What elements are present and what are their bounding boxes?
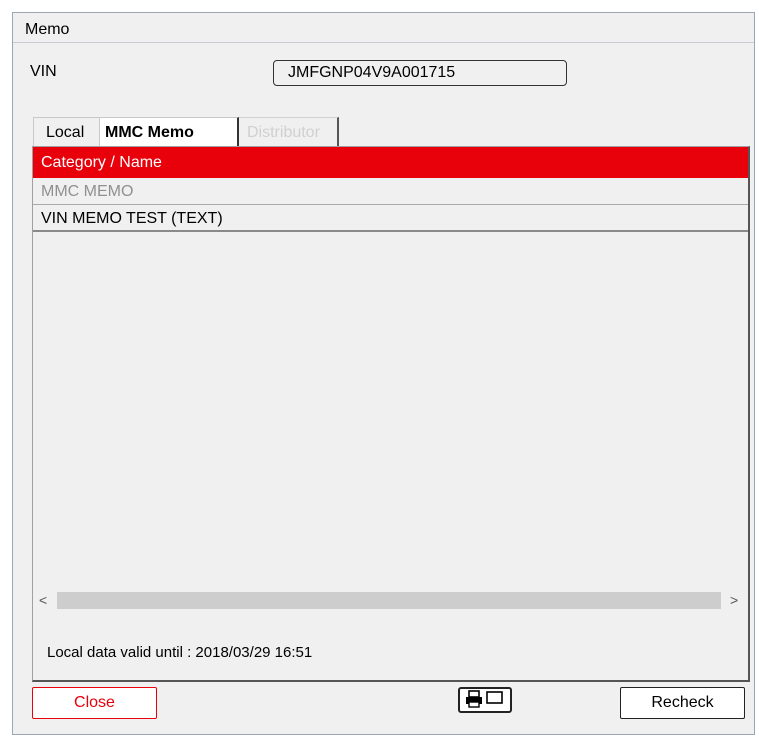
tab-distributor: Distributor xyxy=(239,117,339,147)
list-header-category-name[interactable]: Category / Name xyxy=(33,147,748,178)
title-bar: Memo xyxy=(13,13,754,43)
local-data-valid-until: Local data valid until : 2018/03/29 16:5… xyxy=(47,644,313,661)
printer-screen-icon xyxy=(466,690,503,708)
horizontal-scrollbar[interactable]: < > xyxy=(33,590,748,610)
scroll-right-arrow-icon[interactable]: > xyxy=(730,590,744,610)
vin-field[interactable]: JMFGNP04V9A001715 xyxy=(273,60,567,86)
vin-label: VIN xyxy=(30,63,57,80)
print-button[interactable] xyxy=(458,687,512,713)
memo-window: Memo VIN JMFGNP04V9A001715 Local MMC Mem… xyxy=(12,12,755,735)
scrollbar-thumb[interactable] xyxy=(57,592,721,609)
memo-list-panel: Category / Name MMC MEMO VIN MEMO TEST (… xyxy=(32,146,750,682)
list-item[interactable]: VIN MEMO TEST (TEXT) xyxy=(33,205,748,232)
close-button[interactable]: Close xyxy=(32,687,157,719)
recheck-button[interactable]: Recheck xyxy=(620,687,745,719)
list-item[interactable]: MMC MEMO xyxy=(33,178,748,205)
tab-mmc-memo[interactable]: MMC Memo xyxy=(99,117,239,147)
tab-local[interactable]: Local xyxy=(33,117,99,147)
scroll-left-arrow-icon[interactable]: < xyxy=(39,590,53,610)
window-title: Memo xyxy=(25,21,70,38)
